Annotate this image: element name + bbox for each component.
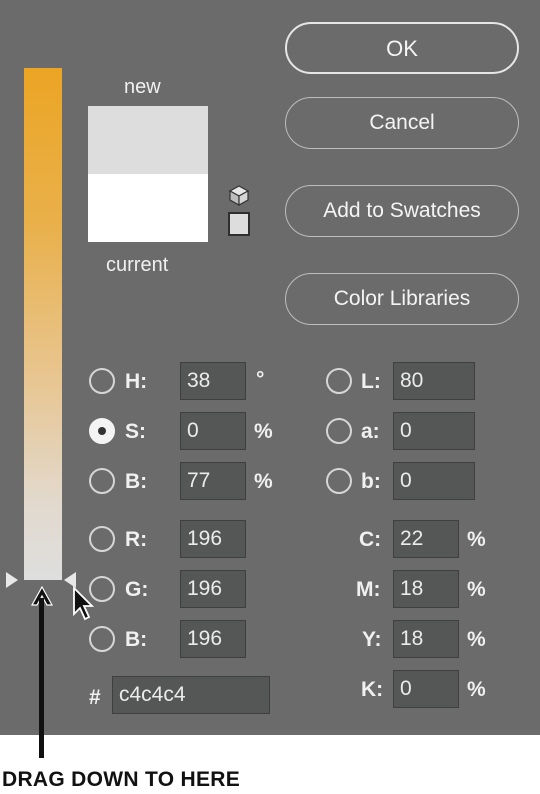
current-label: current (106, 254, 169, 276)
field-b[interactable]: 77 (180, 462, 246, 500)
radio-s[interactable] (89, 418, 115, 444)
color-picker-dialog: new current OK Cancel Add to Swatches Co… (0, 0, 540, 735)
unit-s: % (254, 420, 273, 443)
hex-field[interactable]: c4c4c4 (112, 676, 270, 714)
unit-k: % (467, 678, 486, 701)
add-to-swatches-button[interactable]: Add to Swatches (285, 185, 519, 237)
label-y: Y: (362, 628, 382, 651)
label-s: S: (125, 420, 146, 443)
label-blue: B: (125, 628, 148, 651)
label-l: L: (361, 370, 381, 393)
label-m: M: (356, 578, 381, 601)
color-slider[interactable] (24, 68, 62, 580)
field-c[interactable]: 22 (393, 520, 459, 558)
label-lab-b: b: (361, 470, 381, 493)
websafe-color-swatch[interactable] (228, 212, 250, 236)
unit-y: % (467, 628, 486, 651)
label-r: R: (125, 528, 148, 551)
unit-b: % (254, 470, 273, 493)
field-m[interactable]: 18 (393, 570, 459, 608)
field-s[interactable]: 0 (180, 412, 246, 450)
instruction-annotation: DRAG DOWN TO HERE (2, 768, 241, 791)
color-libraries-button[interactable]: Color Libraries (285, 273, 519, 325)
radio-lab-b[interactable] (326, 468, 352, 494)
radio-l[interactable] (326, 368, 352, 394)
unit-m: % (467, 578, 486, 601)
radio-h[interactable] (89, 368, 115, 394)
field-l[interactable]: 80 (393, 362, 475, 400)
radio-r[interactable] (89, 526, 115, 552)
label-k: K: (361, 678, 384, 701)
arrow-shaft (39, 598, 44, 758)
websafe-cube-icon[interactable] (228, 184, 250, 206)
cancel-button[interactable]: Cancel (285, 97, 519, 149)
field-blue[interactable]: 196 (180, 620, 246, 658)
mouse-pointer-icon (73, 586, 95, 621)
current-color-swatch[interactable] (88, 174, 208, 242)
slider-thumb-left[interactable] (6, 572, 18, 588)
ok-button[interactable]: OK (285, 22, 519, 74)
field-h[interactable]: 38 (180, 362, 246, 400)
label-h: H: (125, 370, 148, 393)
label-hex: # (89, 686, 101, 709)
field-y[interactable]: 18 (393, 620, 459, 658)
field-k[interactable]: 0 (393, 670, 459, 708)
radio-b[interactable] (89, 468, 115, 494)
unit-h: ° (256, 368, 265, 391)
new-label: new (124, 76, 161, 98)
field-a[interactable]: 0 (393, 412, 475, 450)
unit-c: % (467, 528, 486, 551)
field-r[interactable]: 196 (180, 520, 246, 558)
radio-a[interactable] (326, 418, 352, 444)
label-c: C: (359, 528, 382, 551)
new-color-swatch (88, 106, 208, 174)
label-a: a: (361, 420, 380, 443)
field-lab-b[interactable]: 0 (393, 462, 475, 500)
label-g: G: (125, 578, 149, 601)
field-g[interactable]: 196 (180, 570, 246, 608)
label-b: B: (125, 470, 148, 493)
radio-blue[interactable] (89, 626, 115, 652)
